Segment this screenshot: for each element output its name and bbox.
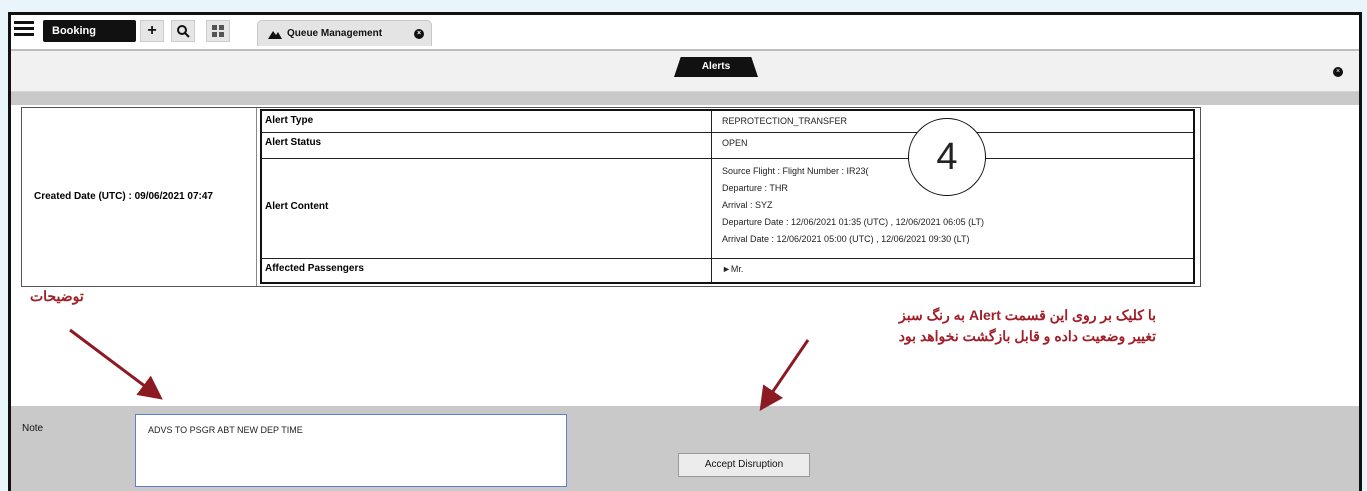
alerts-bar: Alerts ×: [11, 51, 1359, 92]
background-top: [0, 0, 1367, 12]
alert-detail-panel: Created Date (UTC) : 09/06/2021 07:47 Al…: [11, 105, 1359, 405]
app-window: Booking + Queue Management × Alerts × Cr…: [8, 12, 1362, 491]
content-line: Departure Date : 12/06/2021 01:35 (UTC) …: [722, 217, 984, 227]
affected-passengers-label: Affected Passengers: [262, 259, 712, 282]
divider-strip: [11, 92, 1359, 105]
grid-icon[interactable]: [206, 20, 230, 42]
alert-status-value: OPEN: [722, 138, 748, 148]
mountain-icon: [268, 25, 282, 51]
table-row: Affected Passengers ►Mr.: [262, 259, 1193, 282]
background-right: [1362, 0, 1367, 491]
tab-label: Queue Management: [287, 28, 383, 39]
tab-queue-management[interactable]: Queue Management ×: [257, 20, 432, 46]
close-alerts-icon[interactable]: ×: [1333, 67, 1343, 77]
table-row: Alert Status OPEN: [262, 133, 1193, 159]
close-tab-icon[interactable]: ×: [414, 29, 424, 39]
alert-info-table: Alert Type REPROTECTION_TRANSFER Alert S…: [260, 109, 1195, 284]
note-label: Note: [22, 423, 44, 434]
annotation-alert-explanation: با کلیک بر روی این قسمت Alert به رنگ سبز…: [796, 305, 1156, 347]
hamburger-menu-icon[interactable]: [14, 21, 34, 37]
annotation-line: با کلیک بر روی این قسمت Alert به رنگ سبز: [899, 307, 1156, 323]
annotation-notes: توضیحات: [30, 288, 84, 304]
toolbar: Booking + Queue Management ×: [11, 15, 1359, 51]
alert-content-label: Alert Content: [262, 159, 712, 258]
booking-button[interactable]: Booking: [43, 20, 136, 42]
content-line: Arrival Date : 12/06/2021 05:00 (UTC) , …: [722, 234, 970, 244]
annotation-line: تغییر وضعیت داده و قابل بازگشت نخواهد بو…: [898, 328, 1156, 344]
created-date: Created Date (UTC) : 09/06/2021 07:47: [22, 108, 257, 286]
alert-type-value: REPROTECTION_TRANSFER: [722, 116, 848, 126]
table-row: Alert Content Source Flight : Flight Num…: [262, 159, 1193, 259]
content-line: Arrival : SYZ: [722, 200, 773, 210]
note-section: Note ADVS TO PSGR ABT NEW DEP TIME Accep…: [11, 406, 1359, 491]
table-row: Alert Type REPROTECTION_TRANSFER: [262, 111, 1193, 133]
alert-table: Created Date (UTC) : 09/06/2021 07:47 Al…: [21, 107, 1201, 287]
step-number-badge: 4: [908, 118, 986, 196]
search-icon[interactable]: [171, 20, 195, 42]
alerts-tab[interactable]: Alerts: [674, 57, 758, 77]
accept-disruption-button[interactable]: Accept Disruption: [678, 453, 810, 477]
affected-passengers-value[interactable]: ►Mr.: [722, 259, 743, 279]
note-textarea[interactable]: ADVS TO PSGR ABT NEW DEP TIME: [135, 414, 567, 487]
plus-icon[interactable]: +: [140, 20, 164, 42]
alert-type-label: Alert Type: [262, 111, 712, 132]
alert-status-label: Alert Status: [262, 133, 712, 158]
